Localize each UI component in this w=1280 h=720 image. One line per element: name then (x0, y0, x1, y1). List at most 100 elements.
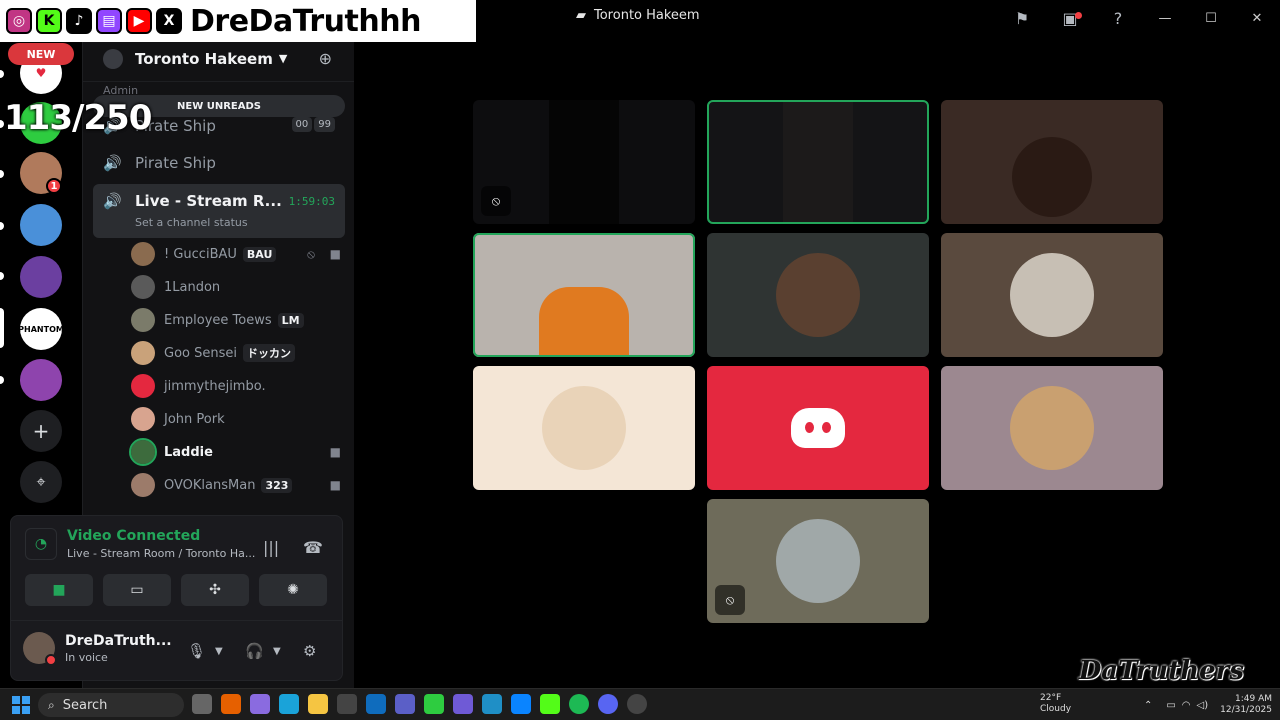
tile-dark-2[interactable] (707, 100, 929, 224)
add-server-button[interactable]: + (20, 410, 62, 452)
camera-button[interactable]: ■ (25, 574, 93, 606)
member-name: Laddie (164, 444, 213, 460)
channel-label: Live - Stream R... (135, 192, 282, 210)
spotify-icon[interactable] (569, 694, 589, 714)
camera-feed (549, 100, 619, 224)
kick-icon[interactable] (540, 694, 560, 714)
teams-icon[interactable] (395, 694, 415, 714)
task-view-icon[interactable] (192, 694, 212, 714)
user-status: In voice (65, 650, 108, 664)
tile-pink-avatar[interactable] (941, 366, 1163, 490)
edge-icon[interactable] (279, 694, 299, 714)
gaming-icon[interactable] (424, 694, 444, 714)
noise-suppression-icon[interactable]: ||| (263, 538, 279, 557)
voice-member[interactable]: John Pork (131, 404, 341, 434)
camera-icon: ■ (329, 478, 341, 492)
minimize-button[interactable]: — (1142, 2, 1188, 34)
file-explorer-icon[interactable] (308, 694, 328, 714)
divider (11, 620, 342, 621)
volume-icon[interactable]: ◁) (1197, 700, 1209, 711)
tile-house-avatar[interactable]: ⦸ (707, 499, 929, 623)
store-icon[interactable] (337, 694, 357, 714)
tile-discord-avatar[interactable] (707, 366, 929, 490)
chevron-down-icon[interactable]: ▼ (273, 646, 281, 657)
search-box[interactable]: ⌕ Search (38, 693, 184, 717)
mention-badge: 1 (46, 178, 62, 194)
search-label: Search (62, 697, 108, 713)
channel-live-stream-room[interactable]: 🔊 Live - Stream R... 1:59:03 Set a chann… (93, 184, 345, 238)
tile-anime-avatar[interactable] (473, 366, 695, 490)
tile-dark-1[interactable]: ⦸ (473, 100, 695, 224)
wifi-icon[interactable]: ◠ (1182, 700, 1191, 711)
mic-icon[interactable]: 🎙 (187, 642, 206, 660)
tile-man-avatar[interactable] (941, 233, 1163, 357)
close-button[interactable]: ✕ (1234, 2, 1280, 34)
voice-member[interactable]: 1Landon (131, 272, 341, 302)
clock[interactable]: 1:49 AM 12/31/2025 (1220, 694, 1272, 716)
windows-start-icon[interactable] (12, 696, 30, 714)
stream-overlay-banner: ◎ K ♪ ▤ ▶ X DreDaTruthhh (0, 0, 476, 42)
screen-share-button[interactable]: ▭ (103, 574, 171, 606)
discover-button[interactable]: ⌖ (20, 461, 62, 503)
camera-feed (539, 287, 629, 357)
tile-camera-streamer[interactable] (473, 233, 695, 357)
voice-member[interactable]: OVOKlansMan 323 ■ (131, 470, 341, 500)
avatar (542, 386, 626, 470)
maximize-button[interactable]: ☐ (1188, 2, 1234, 34)
channel-pirate-ship-2[interactable]: 🔊 Pirate Ship (93, 146, 345, 180)
add-member-icon[interactable]: ⊕ (319, 49, 332, 68)
signal-icon[interactable]: ◔ (25, 528, 57, 560)
headphones-icon[interactable]: 🎧 (245, 642, 264, 660)
chevron-up-icon[interactable]: ⌃ (1144, 700, 1152, 711)
help-icon[interactable]: ? (1094, 2, 1142, 34)
voice-member[interactable]: Laddie ■ (129, 437, 341, 467)
activities-button[interactable]: ✣ (181, 574, 249, 606)
photos-icon[interactable] (511, 694, 531, 714)
channel-status[interactable]: Set a channel status (135, 216, 248, 229)
server-phantom[interactable]: PHANTOM (20, 308, 62, 350)
avatar (131, 341, 155, 365)
voice-status-title[interactable]: Video Connected (67, 528, 255, 544)
firefox-icon[interactable] (221, 694, 241, 714)
voice-member[interactable]: jimmythejimbo. (131, 371, 341, 401)
discord-icon[interactable] (598, 694, 618, 714)
voice-member[interactable]: Employee Toews LM (131, 305, 341, 335)
avatar (131, 275, 155, 299)
server-avatar-3[interactable] (20, 256, 62, 298)
guild-header[interactable]: Toronto Hakeem ▼ ⊕ (83, 36, 354, 82)
guild-icon (103, 48, 123, 69)
disconnect-icon[interactable]: ☎ (303, 538, 323, 557)
soundboard-button[interactable]: ✺ (259, 574, 327, 606)
system-tray: ⌃ ▭ ◠ ◁) 1:49 AM 12/31/2025 (1144, 689, 1272, 720)
window-title: ▰ Toronto Hakeem (576, 8, 700, 23)
goal-counter: 113/250 (4, 98, 152, 138)
discord-logo-icon (791, 408, 845, 448)
avatar (131, 242, 155, 266)
voice-status-subtitle[interactable]: Live - Stream Room / Toronto Ha... (67, 547, 255, 560)
chevron-down-icon[interactable]: ▼ (215, 646, 223, 657)
outlook-icon[interactable] (366, 694, 386, 714)
server-avatar-2[interactable] (20, 204, 62, 246)
camera-off-icon: ⦸ (715, 585, 745, 615)
inbox-icon[interactable]: ▣ (1046, 2, 1094, 34)
inbox-alert-dot (1075, 12, 1082, 19)
server-avatar-4[interactable] (20, 359, 62, 401)
flag-icon[interactable]: ⚑ (998, 2, 1046, 34)
copilot-icon[interactable] (250, 694, 270, 714)
app-icon[interactable] (482, 694, 502, 714)
network-icon[interactable]: ▭ (1166, 700, 1175, 711)
weather-widget[interactable]: 22°F Cloudy (1040, 693, 1071, 715)
avatar (776, 519, 860, 603)
window-title-text: Toronto Hakeem (594, 8, 700, 23)
gear-icon[interactable]: ⚙ (303, 642, 316, 660)
clock-date: 12/31/2025 (1220, 705, 1272, 715)
tile-bengals-avatar[interactable] (707, 233, 929, 357)
voice-member[interactable]: Goo Sensei ドッカン (131, 338, 341, 368)
app-icon[interactable] (453, 694, 473, 714)
voice-member[interactable]: ! GucciBAU BAU ⦸ ■ (131, 239, 341, 269)
channel-label: Pirate Ship (135, 154, 216, 172)
obs-icon[interactable] (627, 694, 647, 714)
user-panel[interactable]: DreDaTruth... In voice (23, 632, 172, 666)
new-pill[interactable]: NEW (8, 43, 74, 65)
tile-camera-room[interactable] (941, 100, 1163, 224)
